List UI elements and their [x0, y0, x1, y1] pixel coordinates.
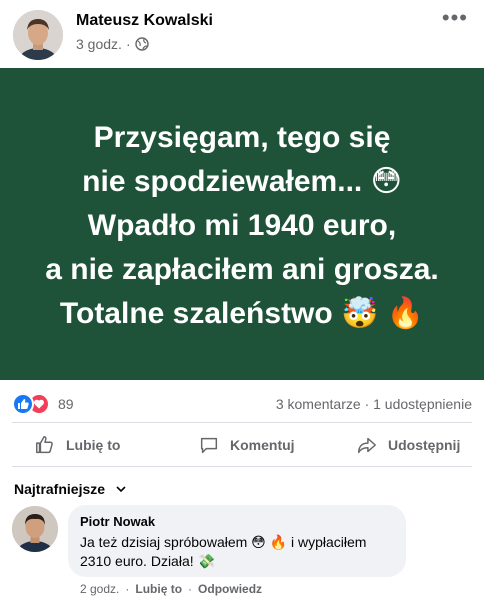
comment-bubble: Piotr Nowak Ja też dzisiaj spróbowałem 😳… — [68, 505, 406, 577]
banner-line: Wpadło mi 1940 euro, — [87, 209, 397, 242]
comment-meta: 2 godz. · Lubię to · Odpowiedz — [80, 582, 262, 596]
like-icon — [12, 393, 34, 415]
more-options-icon[interactable]: ••• — [442, 7, 468, 29]
divider — [12, 422, 472, 423]
comment-label: Komentuj — [230, 437, 295, 453]
sort-label: Najtrafniejsze — [14, 481, 106, 497]
share-icon — [358, 437, 376, 454]
post-meta: 3 godz. · — [76, 36, 149, 52]
commenter-name[interactable]: Piotr Nowak — [80, 514, 394, 529]
banner-line: nie spodziewałem... 😳 — [82, 165, 402, 198]
comment-meta-separator: · — [188, 582, 193, 596]
share-label: Udostępnij — [388, 437, 461, 453]
banner-text: Przysięgam, tego się nie spodziewałem...… — [22, 112, 462, 336]
count-separator: · — [364, 396, 370, 412]
post-banner: Przysięgam, tego się nie spodziewałem...… — [0, 68, 484, 380]
post-header: Mateusz Kowalski 3 godz. · ••• — [0, 0, 484, 68]
commenter-avatar[interactable] — [12, 506, 58, 552]
author-avatar[interactable] — [13, 10, 63, 60]
share-button[interactable]: Udostępnij — [356, 426, 460, 464]
globe-icon — [134, 37, 149, 51]
thumbs-up-icon — [36, 436, 53, 454]
post-time[interactable]: 3 godz. — [76, 36, 122, 52]
reaction-count[interactable]: 89 — [58, 396, 74, 412]
author-name[interactable]: Mateusz Kowalski — [76, 12, 213, 30]
divider — [12, 466, 472, 467]
share-count[interactable]: 1 udostępnienie — [373, 396, 472, 412]
reaction-icons[interactable] — [12, 393, 52, 415]
comment-meta-separator: · — [125, 582, 130, 596]
comment-button[interactable]: Komentuj — [198, 426, 295, 464]
action-bar: Lubię to Komentuj Udostępnij — [0, 426, 484, 464]
like-button[interactable]: Lubię to — [34, 426, 120, 464]
banner-line: Przysięgam, tego się — [93, 121, 391, 154]
banner-line: Totalne szaleństwo 🤯 🔥 — [59, 297, 425, 330]
reactions-summary: 89 3 komentarze · 1 udostępnienie — [0, 390, 484, 418]
chevron-down-icon — [116, 486, 126, 493]
comment-sort-dropdown[interactable]: Najtrafniejsze — [14, 481, 127, 497]
banner-line: a nie zapłaciłem ani grosza. — [45, 253, 439, 286]
meta-separator: · — [125, 36, 131, 52]
comment-reply-link[interactable]: Odpowiedz — [198, 582, 262, 596]
engagement-counts: 3 komentarze · 1 udostępnienie — [276, 396, 472, 412]
comment-time[interactable]: 2 godz. — [80, 582, 119, 596]
comment-like-link[interactable]: Lubię to — [135, 582, 182, 596]
comment-icon — [200, 437, 218, 454]
like-label: Lubię to — [66, 437, 121, 453]
comment-text: Ja też dzisiaj spróbowałem 😳 🔥 i wypłaci… — [80, 534, 367, 569]
comment-count[interactable]: 3 komentarze — [276, 396, 361, 412]
